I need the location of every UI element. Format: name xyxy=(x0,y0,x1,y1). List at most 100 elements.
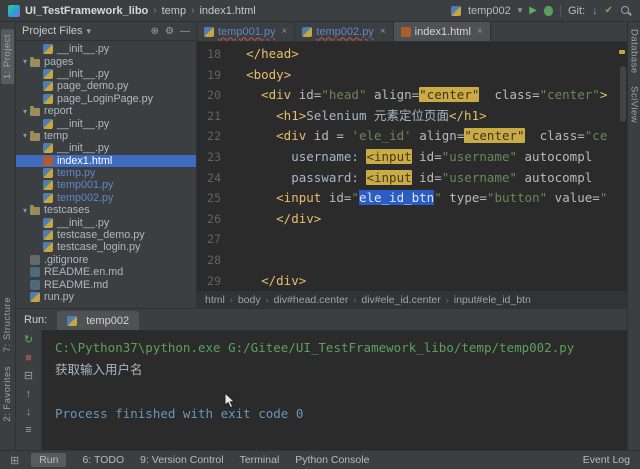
tree-item-temp-py[interactable]: temp.py xyxy=(16,167,196,179)
chevron-down-icon[interactable]: ▾ xyxy=(20,57,30,66)
tree-item-testcase-login-py[interactable]: testcase_login.py xyxy=(16,241,196,253)
tree-item-init-py[interactable]: __init__.py xyxy=(16,68,196,80)
chevron-down-icon[interactable]: ▾ xyxy=(518,5,523,16)
tree-item-pages[interactable]: ▾pages xyxy=(16,55,196,67)
statusbar-item-9-version-control[interactable]: 9: Version Control xyxy=(140,454,223,466)
run-button[interactable]: ▶ xyxy=(529,5,537,16)
chevron-down-icon[interactable]: ▾ xyxy=(87,26,92,37)
statusbar-item-python-console[interactable]: Python Console xyxy=(295,454,369,466)
line-number: 28 xyxy=(197,250,231,271)
statusbar-item-6-todo[interactable]: 6: TODO xyxy=(82,454,124,466)
statusbar-item-terminal[interactable]: Terminal xyxy=(240,454,280,466)
close-icon[interactable]: × xyxy=(477,26,483,37)
code-segment xyxy=(231,108,276,123)
warning-marker xyxy=(619,50,625,54)
locate-icon[interactable]: ⊕ xyxy=(151,26,159,37)
hide-icon[interactable]: — xyxy=(180,26,190,37)
breadcrumb-item-div-ele-id-center[interactable]: div#ele_id.center xyxy=(361,294,440,306)
debug-button[interactable] xyxy=(544,6,553,16)
breadcrumb-item-div-head-center[interactable]: div#head.center xyxy=(274,294,349,306)
tool-windows-icon[interactable]: ⊞ xyxy=(10,454,19,467)
code-segment: id= xyxy=(419,149,442,164)
breadcrumb-file[interactable]: index1.html xyxy=(199,5,255,17)
tree-item-label: testcases xyxy=(44,204,90,216)
tree-item-testcases[interactable]: ▾ testcases xyxy=(16,204,196,216)
git-update-icon[interactable]: ↓ xyxy=(592,5,598,17)
tool-button-project[interactable]: 1: Project xyxy=(1,29,14,84)
breadcrumb-item-body[interactable]: body xyxy=(238,294,261,306)
tree-item-init-py[interactable]: __init__.py xyxy=(16,117,196,129)
stop-icon[interactable]: ■ xyxy=(25,353,32,364)
statusbar-item-run[interactable]: Run xyxy=(31,453,66,467)
rerun-icon[interactable]: ↻ xyxy=(24,335,33,346)
tool-button-database[interactable]: Database xyxy=(629,29,640,74)
console-settings-icon[interactable]: ≡ xyxy=(25,425,31,436)
chevron-down-icon[interactable]: ▾ xyxy=(20,107,30,116)
py-file-icon xyxy=(43,193,53,203)
run-tab[interactable]: temp002 xyxy=(57,311,139,330)
editor-scrollbar[interactable] xyxy=(620,66,626,122)
search-icon[interactable] xyxy=(620,5,632,17)
tree-item-init-py[interactable]: __init__.py xyxy=(16,43,196,55)
run-config-selector[interactable]: temp002 xyxy=(468,5,511,17)
py-file-icon xyxy=(302,27,312,37)
code-line: 25 <input id="ele_id_btn" type="button" … xyxy=(197,188,627,209)
breadcrumb-item-input-ele-id-btn[interactable]: input#ele_id_btn xyxy=(454,294,531,306)
console-line: C:\Python37\python.exe G:/Gitee/UI_TestF… xyxy=(55,337,627,359)
tree-item-readme-md[interactable]: README.md xyxy=(16,278,196,290)
tree-item-page-loginpage-py[interactable]: page_LoginPage.py xyxy=(16,93,196,105)
code-segment: <input xyxy=(366,149,411,164)
tree-item-temp002-py[interactable]: temp002.py xyxy=(16,192,196,204)
project-scope-selector[interactable]: Project Files xyxy=(22,25,83,37)
editor-code[interactable]: 18 </head>19 <body>20 <div id="head" ali… xyxy=(197,42,627,291)
up-stack-icon[interactable]: ↑ xyxy=(26,389,32,400)
tree-item-temp001-py[interactable]: temp001.py xyxy=(16,179,196,191)
project-name[interactable]: UI_TestFramework_libo xyxy=(25,5,148,17)
breadcrumb-item-html[interactable]: html xyxy=(205,294,225,306)
tree-item-run-py[interactable]: run.py xyxy=(16,291,196,303)
chevron-down-icon[interactable]: ▾ xyxy=(20,206,30,215)
py-file-icon xyxy=(43,143,53,153)
tree-item-gitignore[interactable]: .gitignore xyxy=(16,254,196,266)
run-console[interactable]: ↻ ■ ⊟ ↑ ↓ ≡ C:\Python37\python.exe G:/Gitee/U… xyxy=(16,330,627,450)
tree-item-index1-html[interactable]: index1.html xyxy=(16,155,196,167)
tab-temp002-py[interactable]: temp002.py× xyxy=(295,22,393,41)
folder-file-icon xyxy=(30,207,40,215)
close-icon[interactable]: × xyxy=(380,26,386,37)
tree-item-readme-en-md[interactable]: README.en.md xyxy=(16,266,196,278)
gear-icon[interactable]: ⚙ xyxy=(165,26,174,37)
tab-temp001-py[interactable]: temp001.py× xyxy=(197,22,295,41)
tree-item-init-py[interactable]: __init__.py xyxy=(16,216,196,228)
restore-layout-icon[interactable]: ⊟ xyxy=(24,371,33,382)
tree-item-temp[interactable]: ▾temp xyxy=(16,130,196,142)
tool-button-structure[interactable]: 7: Structure xyxy=(2,297,13,352)
tool-button-sciview[interactable]: SciView xyxy=(629,86,640,123)
close-icon[interactable]: × xyxy=(281,26,287,37)
tree-item-init-py[interactable]: __init__.py xyxy=(16,142,196,154)
chevron-down-icon[interactable]: ▾ xyxy=(20,131,30,140)
tree-item-page-demo-py[interactable]: page_demo.py xyxy=(16,80,196,92)
py-file-icon xyxy=(43,81,53,91)
tool-button-favorites[interactable]: 2: Favorites xyxy=(2,366,13,422)
code-segment xyxy=(321,190,329,205)
line-number: 26 xyxy=(197,209,231,230)
event-log-button[interactable]: Event Log xyxy=(583,454,630,466)
breadcrumb-folder[interactable]: temp xyxy=(162,5,186,17)
tree-item-report[interactable]: ▾report xyxy=(16,105,196,117)
titlebar-toolbar: temp002 ▾ ▶ Git: ↓ ✔ xyxy=(451,5,632,17)
line-number: 20 xyxy=(197,85,231,106)
tree-item-testcase-demo-py[interactable]: testcase_demo.py xyxy=(16,229,196,241)
console-toolbar: ↻ ■ ⊟ ↑ ↓ ≡ xyxy=(16,330,42,450)
tree-item-label: __init__.py xyxy=(57,43,109,55)
tab-index1-html[interactable]: index1.html× xyxy=(394,22,491,41)
code-segment: "username" xyxy=(442,170,517,185)
run-panel-label: Run: xyxy=(24,314,47,326)
run-panel: Run: temp002 ↻ ■ ⊟ ↑ ↓ ≡ C:\Python37\python.e… xyxy=(16,308,627,450)
code-segment: id = xyxy=(314,128,352,143)
down-stack-icon[interactable]: ↓ xyxy=(26,407,32,418)
code-segment: class= xyxy=(494,87,539,102)
code-segment: <body> xyxy=(246,67,291,82)
md-file-icon xyxy=(30,267,40,277)
code-text xyxy=(231,250,627,271)
git-commit-icon[interactable]: ✔ xyxy=(605,5,613,16)
